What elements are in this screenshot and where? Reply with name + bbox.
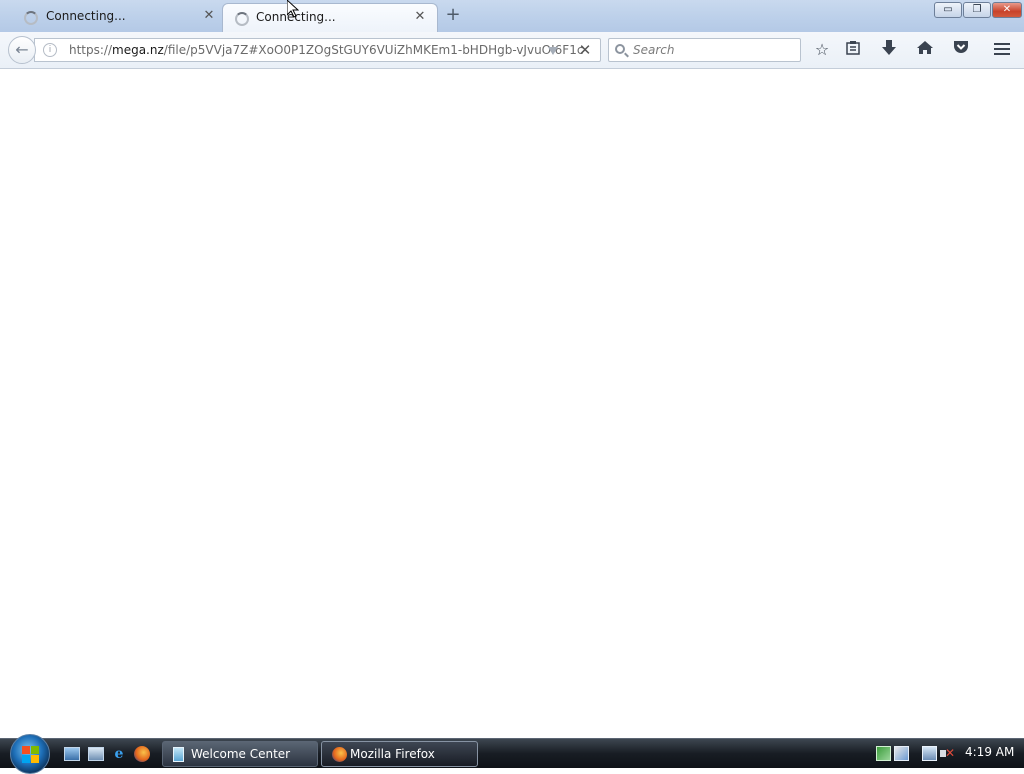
- close-window-button[interactable]: ✕: [992, 2, 1022, 18]
- pocket-icon[interactable]: [950, 40, 972, 60]
- search-box[interactable]: Search: [608, 38, 801, 62]
- security-center-icon[interactable]: [876, 746, 891, 761]
- history-dropdown-icon[interactable]: [548, 47, 558, 55]
- reading-list-icon[interactable]: [842, 40, 864, 60]
- volume-muted-icon[interactable]: ✕: [940, 746, 955, 761]
- internet-explorer-icon[interactable]: e: [111, 746, 127, 762]
- url-path: /file/p5VVja7Z#XoO0P1ZOgStGUY6VUiZhMKEm1…: [163, 43, 584, 57]
- stop-icon[interactable]: ✕: [576, 41, 594, 59]
- tab-connecting-2[interactable]: Connecting... ✕: [222, 3, 438, 32]
- minimize-button[interactable]: ▭: [934, 2, 962, 18]
- tab-strip: Connecting... ✕ Connecting... ✕ + ▭ ❐ ✕: [0, 0, 1024, 32]
- url-host: mega.nz: [112, 43, 164, 57]
- downloads-icon[interactable]: [878, 40, 900, 60]
- home-icon[interactable]: [914, 40, 936, 60]
- mouse-cursor-icon: [287, 0, 299, 18]
- menu-icon[interactable]: [991, 40, 1013, 60]
- back-button[interactable]: ←: [8, 36, 36, 64]
- tab-close-icon[interactable]: ✕: [202, 9, 216, 23]
- back-arrow-icon: ←: [15, 40, 29, 59]
- taskbar-button-firefox[interactable]: Mozilla Firefox: [321, 741, 478, 767]
- taskbar-button-welcome-center[interactable]: Welcome Center: [162, 741, 318, 767]
- bookmark-star-icon[interactable]: ☆: [811, 40, 833, 60]
- network-icon[interactable]: [922, 746, 937, 761]
- switch-windows-icon[interactable]: [88, 747, 104, 761]
- url-prefix: https://: [69, 43, 113, 57]
- taskbar-button-label: Mozilla Firefox: [350, 747, 435, 761]
- taskbar-button-label: Welcome Center: [191, 747, 291, 761]
- welcome-center-icon: [173, 747, 184, 762]
- new-tab-button[interactable]: +: [444, 6, 462, 24]
- search-input[interactable]: Search: [633, 43, 675, 57]
- firefox-icon: [332, 747, 347, 762]
- taskbar: e Welcome Center Mozilla Firefox ✕ 4:19 …: [0, 734, 1024, 774]
- clock[interactable]: 4:19 AM: [965, 745, 1014, 759]
- url-text[interactable]: https://mega.nz/file/p5VVja7Z#XoO0P1ZOgS…: [69, 43, 583, 57]
- firefox-icon[interactable]: [134, 746, 150, 762]
- loading-spinner-icon: [235, 12, 249, 26]
- site-info-icon[interactable]: i: [43, 43, 57, 57]
- windows-logo-icon: [22, 746, 40, 764]
- page-content: [0, 70, 1024, 738]
- search-icon: [615, 44, 625, 54]
- show-desktop-icon[interactable]: [64, 747, 80, 761]
- loading-spinner-icon: [24, 11, 38, 25]
- windows-update-icon[interactable]: [894, 746, 909, 761]
- tab-connecting-1[interactable]: Connecting... ✕: [10, 3, 225, 32]
- start-button[interactable]: [10, 734, 50, 774]
- url-bar[interactable]: i https://mega.nz/file/p5VVja7Z#XoO0P1ZO…: [34, 38, 601, 62]
- tab-label: Connecting...: [46, 9, 126, 23]
- tab-close-icon[interactable]: ✕: [413, 10, 427, 24]
- navigation-toolbar: i https://mega.nz/file/p5VVja7Z#XoO0P1ZO…: [0, 32, 1024, 69]
- restore-button[interactable]: ❐: [963, 2, 991, 18]
